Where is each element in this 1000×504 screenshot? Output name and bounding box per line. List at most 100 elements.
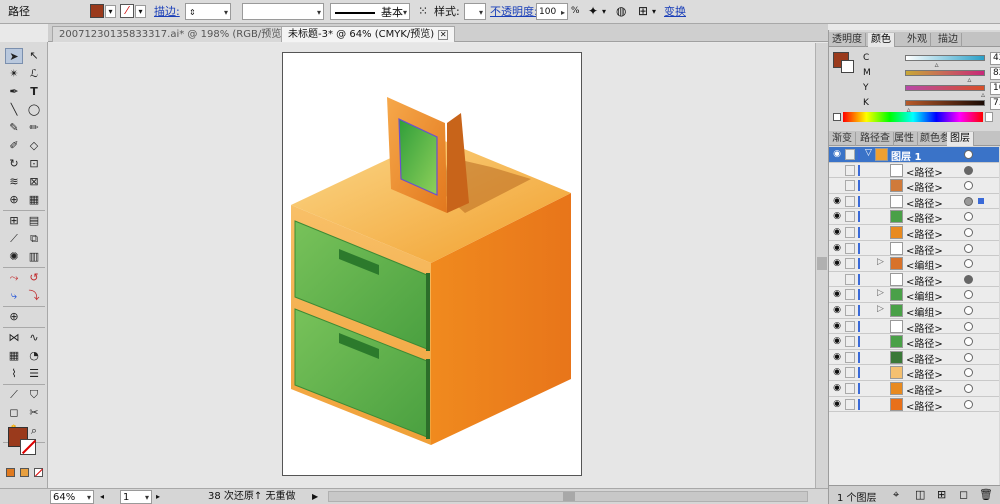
lock-toggle[interactable] [845,258,855,270]
live-paint-tool-icon[interactable]: ⛉ [25,387,43,403]
scale-tool-icon[interactable]: ⊡ [25,156,43,172]
color-spectrum[interactable] [843,112,983,122]
brush-definition[interactable]: 基本 ▾ [330,3,410,20]
crosshair-tool-icon[interactable]: ⊕ [5,309,23,325]
zigzag-tool-icon[interactable]: ⌇ [5,366,23,382]
tab-pathfinder[interactable]: 路径查 [857,132,894,146]
white-swatch[interactable] [985,112,993,122]
eraser-tool-icon[interactable]: ◇ [25,138,43,154]
symbol-sprayer-tool-icon[interactable]: ✺ [5,249,23,265]
paintbrush-tool-icon[interactable]: ✎ [5,120,23,136]
target-icon[interactable] [964,181,973,191]
lock-toggle[interactable] [845,273,855,285]
target-icon[interactable] [964,321,973,331]
lock-toggle[interactable] [845,164,855,176]
align-options-icon[interactable]: ⊞ [638,3,648,20]
item-name[interactable]: <路径> [906,366,943,381]
horizontal-scrollbar[interactable] [328,491,808,502]
lock-toggle[interactable] [845,305,855,316]
slider-m-value[interactable]: 82.81 [990,67,1000,80]
rotate-tool-icon[interactable]: ↻ [5,156,23,172]
target-icon[interactable] [964,399,973,409]
layer-item-row[interactable]: ◉ ▷ <编组> [829,256,999,272]
pencil-tool-icon[interactable]: ✏ [25,120,43,136]
expand-chevron-icon[interactable]: ▷ [877,288,884,298]
item-name[interactable]: <路径> [906,335,943,350]
lock-toggle[interactable] [845,242,855,254]
eye-icon[interactable]: ◉ [832,367,842,377]
layer-item-row[interactable]: ◉ <路径> [829,381,999,397]
target-icon[interactable] [964,212,973,222]
gradient-mode-icon[interactable] [20,468,29,477]
eye-icon[interactable]: ◉ [832,196,842,206]
tab-document-2[interactable]: 未标题-3* @ 64% (CMYK/预览) ✕ [281,26,456,42]
target-icon[interactable] [964,368,973,378]
eye-icon[interactable]: ◉ [832,258,842,268]
stroke-weight-field[interactable]: ⇕ ▾ [185,3,231,20]
tab-transparency[interactable]: 透明度 [829,33,866,47]
item-name[interactable]: <路径> [906,351,943,366]
eye-icon[interactable]: ◉ [832,149,842,159]
stroke-none-icon[interactable]: ⁄ [120,4,134,18]
symbol-shift-tool-icon[interactable]: ◔ [25,348,43,364]
recolor-dropdown[interactable]: ▾ [602,3,606,20]
eye-icon[interactable]: ◉ [832,352,842,362]
direct-selection-tool-icon[interactable]: ↖ [25,48,43,64]
slider-k[interactable]: K ▵ 7.42 % [863,97,1000,114]
selection-tool-icon[interactable]: ➤ [5,48,23,64]
lock-toggle[interactable] [845,336,855,348]
target-icon[interactable] [964,196,973,206]
stroke-label[interactable]: 描边: [154,3,180,20]
bloat-tool-icon[interactable]: ⤵ [25,288,43,304]
close-icon[interactable]: ✕ [438,30,449,40]
layer-item-row[interactable]: <路径> [829,178,999,194]
vertical-scrollbar[interactable] [815,43,828,488]
twirl-tool-icon[interactable]: ↺ [25,270,43,286]
globe-icon[interactable]: ◍ [616,3,626,20]
item-name[interactable]: <路径> [906,398,943,413]
make-clipping-mask-icon[interactable]: ◫ [915,488,925,501]
locate-object-icon[interactable]: ⌖ [893,488,899,502]
target-icon[interactable] [964,274,973,284]
recolor-icon[interactable]: ✦ [588,3,598,20]
line-tool-icon[interactable]: ╲ [5,102,23,118]
target-icon[interactable] [964,337,973,347]
layer-item-row[interactable]: ◉ ▷ <编组> [829,287,999,303]
slider-c-track[interactable] [905,55,985,61]
eye-icon[interactable]: ◉ [832,321,842,331]
expand-chevron-icon[interactable]: ▷ [877,304,884,314]
pucker-tool-icon[interactable]: ⤷ [5,288,23,304]
eyedropper-tool-icon[interactable]: ⟋ [5,231,23,247]
layer-item-row[interactable]: ◉ <路径> [829,319,999,335]
target-icon[interactable] [964,150,973,159]
artboard-field[interactable]: 1 ▾ [120,490,152,504]
target-icon[interactable] [964,228,973,237]
item-name[interactable]: <路径> [906,195,943,210]
slider-c[interactable]: C ▵ 42.19 % [863,52,1000,69]
warp-tool-icon[interactable]: ≋ [5,174,23,190]
column-graph-tool-icon[interactable]: ▥ [25,249,43,265]
lock-toggle[interactable] [845,320,855,332]
gradient-tool-icon[interactable]: ▤ [25,213,43,229]
delete-icon[interactable]: 🗑 [979,488,993,501]
fill-dropdown[interactable]: ▾ [105,5,116,18]
layer-item-row[interactable]: ◉ <路径> [829,365,999,381]
horizontal-scroll-thumb[interactable] [563,492,575,501]
canvas-area[interactable] [48,43,828,488]
slice-tool-icon[interactable]: ✂ [25,405,43,421]
eye-icon[interactable] [832,274,842,284]
variable-width-profile[interactable]: ▾ [242,3,324,20]
none-swatch[interactable] [833,113,841,121]
layer-name[interactable]: 图层 1 [891,148,921,163]
target-icon[interactable] [964,243,973,253]
blend-tool-icon[interactable]: ⧉ [25,231,43,247]
blob-brush-tool-icon[interactable]: ✐ [5,138,23,154]
tab-stroke[interactable]: 描边 [935,33,962,47]
shape-builder-tool-icon[interactable]: ⊕ [5,192,23,208]
envelope-tool-icon[interactable]: ⋈ [5,330,23,346]
eyedropper-measure-icon[interactable]: ⟋ [5,387,23,403]
target-icon[interactable] [964,352,973,362]
transform-link[interactable]: 变换 [664,3,686,20]
stroke-dropdown[interactable]: ▾ [135,5,146,18]
lock-toggle[interactable] [845,211,855,223]
